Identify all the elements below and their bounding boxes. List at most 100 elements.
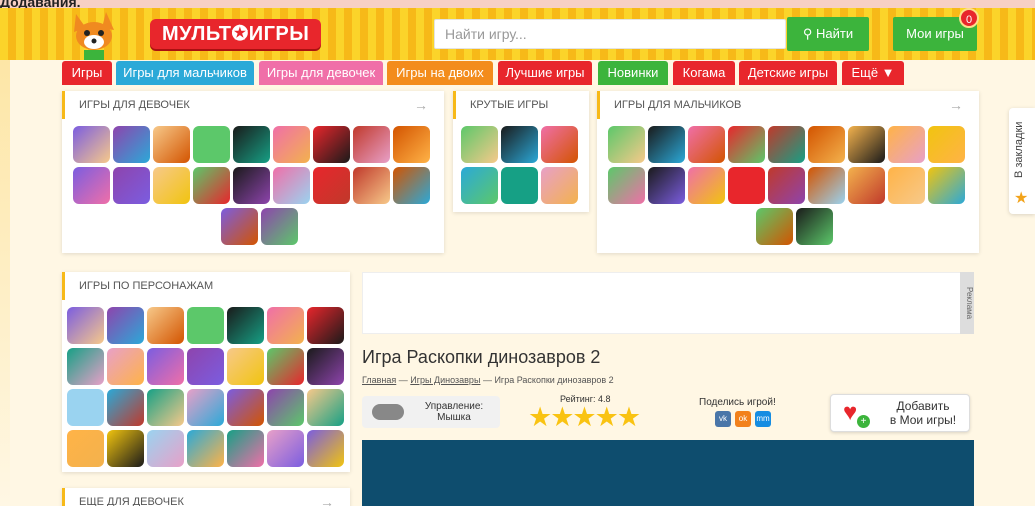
- game-thumbnail[interactable]: [848, 167, 885, 204]
- game-thumbnail[interactable]: [608, 167, 645, 204]
- game-thumbnail[interactable]: [608, 126, 645, 163]
- game-canvas[interactable]: [362, 440, 974, 506]
- nav-item-best[interactable]: Лучшие игры: [498, 61, 592, 85]
- mailru-share-icon[interactable]: mm: [755, 411, 771, 427]
- game-thumbnail[interactable]: [147, 348, 184, 385]
- search-button[interactable]: ⚲ Найти: [787, 17, 869, 51]
- game-thumbnail[interactable]: [227, 430, 264, 467]
- game-thumbnail[interactable]: [113, 167, 150, 204]
- game-thumbnail[interactable]: [796, 208, 833, 245]
- game-thumbnail[interactable]: [768, 167, 805, 204]
- game-thumbnail[interactable]: [227, 389, 264, 426]
- game-thumbnail[interactable]: [67, 348, 104, 385]
- nav-item-games[interactable]: Игры: [62, 61, 112, 85]
- game-thumbnail[interactable]: [73, 126, 110, 163]
- panel-header[interactable]: Игры для девочек →: [62, 91, 444, 119]
- game-thumbnail[interactable]: [227, 348, 264, 385]
- nav-item-more[interactable]: Ещё ▼: [842, 61, 904, 85]
- nav-item-boys[interactable]: Игры для мальчиков: [116, 61, 254, 85]
- panel-header[interactable]: Игры для мальчиков →: [597, 91, 979, 119]
- game-thumbnail[interactable]: [267, 430, 304, 467]
- game-thumbnail[interactable]: [501, 167, 538, 204]
- nav-item-new[interactable]: Новинки: [598, 61, 668, 85]
- breadcrumb-home[interactable]: Главная: [362, 375, 396, 385]
- game-thumbnail[interactable]: [808, 167, 845, 204]
- add-to-my-games-button[interactable]: ♥ + Добавить в Мои игры!: [830, 394, 970, 432]
- game-thumbnail[interactable]: [67, 307, 104, 344]
- game-thumbnail[interactable]: [848, 126, 885, 163]
- game-thumbnail[interactable]: [393, 167, 430, 204]
- search-input[interactable]: Найти игру...: [434, 19, 786, 49]
- nav-item-two-players[interactable]: Игры на двоих: [387, 61, 493, 85]
- game-thumbnail[interactable]: [353, 126, 390, 163]
- game-thumbnail[interactable]: [888, 167, 925, 204]
- game-thumbnail[interactable]: [393, 126, 430, 163]
- game-thumbnail[interactable]: [307, 307, 344, 344]
- game-thumbnail[interactable]: [193, 167, 230, 204]
- game-thumbnail[interactable]: [73, 167, 110, 204]
- game-thumbnail[interactable]: [113, 126, 150, 163]
- rating-stars[interactable]: ★★★★★: [528, 402, 641, 433]
- game-thumbnail[interactable]: [221, 208, 258, 245]
- game-thumbnail[interactable]: [313, 126, 350, 163]
- game-thumbnail[interactable]: [233, 167, 270, 204]
- game-thumbnail[interactable]: [187, 348, 224, 385]
- game-thumbnail[interactable]: [227, 307, 264, 344]
- game-thumbnail[interactable]: [928, 167, 965, 204]
- game-thumbnail[interactable]: [273, 167, 310, 204]
- panel-header[interactable]: Крутые игры: [453, 91, 589, 119]
- nav-item-kids[interactable]: Детские игры: [739, 61, 837, 85]
- game-thumbnail[interactable]: [728, 167, 765, 204]
- panel-header[interactable]: Еще для девочек →: [62, 488, 350, 506]
- game-thumbnail[interactable]: [193, 126, 230, 163]
- game-thumbnail[interactable]: [768, 126, 805, 163]
- ok-share-icon[interactable]: ok: [735, 411, 751, 427]
- game-thumbnail[interactable]: [648, 167, 685, 204]
- game-thumbnail[interactable]: [107, 348, 144, 385]
- game-thumbnail[interactable]: [756, 208, 793, 245]
- bookmark-tab[interactable]: В закладки ★: [1009, 108, 1035, 214]
- game-thumbnail[interactable]: [648, 126, 685, 163]
- game-thumbnail[interactable]: [153, 167, 190, 204]
- game-thumbnail[interactable]: [267, 348, 304, 385]
- game-thumbnail[interactable]: [688, 167, 725, 204]
- game-thumbnail[interactable]: [461, 167, 498, 204]
- game-thumbnail[interactable]: [928, 126, 965, 163]
- game-thumbnail[interactable]: [273, 126, 310, 163]
- game-thumbnail[interactable]: [888, 126, 925, 163]
- game-thumbnail[interactable]: [461, 126, 498, 163]
- game-thumbnail[interactable]: [307, 348, 344, 385]
- game-thumbnail[interactable]: [541, 167, 578, 204]
- game-thumbnail[interactable]: [313, 167, 350, 204]
- arrow-right-icon[interactable]: →: [949, 91, 963, 119]
- game-thumbnail[interactable]: [728, 126, 765, 163]
- game-thumbnail[interactable]: [307, 389, 344, 426]
- panel-header[interactable]: Игры по персонажам: [62, 272, 350, 300]
- game-thumbnail[interactable]: [147, 430, 184, 467]
- game-thumbnail[interactable]: [67, 389, 104, 426]
- nav-item-kogama[interactable]: Когама: [673, 61, 735, 85]
- game-thumbnail[interactable]: [187, 307, 224, 344]
- game-thumbnail[interactable]: [147, 307, 184, 344]
- game-thumbnail[interactable]: [267, 389, 304, 426]
- game-thumbnail[interactable]: [153, 126, 190, 163]
- game-thumbnail[interactable]: [307, 430, 344, 467]
- arrow-right-icon[interactable]: →: [414, 91, 428, 119]
- nav-item-girls[interactable]: Игры для девочек: [259, 61, 383, 85]
- game-thumbnail[interactable]: [187, 389, 224, 426]
- game-thumbnail[interactable]: [187, 430, 224, 467]
- game-thumbnail[interactable]: [353, 167, 390, 204]
- game-thumbnail[interactable]: [541, 126, 578, 163]
- arrow-right-icon[interactable]: →: [320, 488, 334, 506]
- game-thumbnail[interactable]: [67, 430, 104, 467]
- game-thumbnail[interactable]: [147, 389, 184, 426]
- vk-share-icon[interactable]: vk: [715, 411, 731, 427]
- game-thumbnail[interactable]: [267, 307, 304, 344]
- game-thumbnail[interactable]: [261, 208, 298, 245]
- game-thumbnail[interactable]: [107, 307, 144, 344]
- game-thumbnail[interactable]: [107, 389, 144, 426]
- game-thumbnail[interactable]: [501, 126, 538, 163]
- site-logo[interactable]: МУЛЬТ✪ИГРЫ: [62, 10, 322, 60]
- game-thumbnail[interactable]: [233, 126, 270, 163]
- game-thumbnail[interactable]: [107, 430, 144, 467]
